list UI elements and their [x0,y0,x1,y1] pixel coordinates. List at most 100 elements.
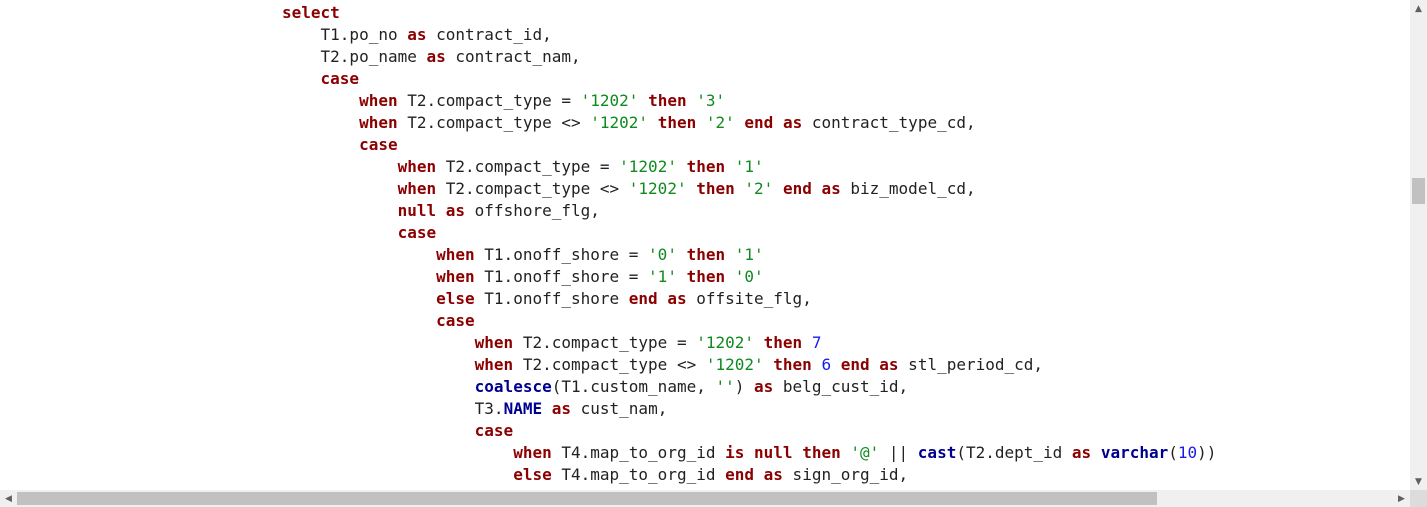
code-line: else T1.onoff_shore end as offsite_flg, [282,288,812,310]
code-token-num: 7 [811,333,822,352]
code-token-kw: when [359,113,398,132]
code-token-kw: as [445,201,466,220]
code-token-kw: case [436,311,475,330]
code-token-kw: when [513,443,552,462]
code-token-kw: end [744,113,774,132]
code-token-kw: end [782,179,812,198]
code-token-kw: case [474,421,514,440]
code-token-plain: stl_period_cd, [898,355,1044,374]
code-token-kw: as [407,25,427,44]
code-token-str: '1202' [619,157,677,176]
code-token-plain: biz_model_cd, [840,179,976,198]
code-token-plain: T2.compact_type = [513,333,697,352]
code-token-plain: T2.compact_type = [397,91,581,110]
code-token-num: 10 [1177,443,1198,462]
scroll-up-arrow-icon[interactable]: ▲ [1410,0,1427,17]
code-token-kw: as [754,377,774,396]
code-token-plain: T1.po_no [282,25,408,44]
code-token-kw: else [513,465,552,484]
code-token-kw: as [551,399,571,418]
code-token-kw: as [426,47,446,66]
horizontal-scroll-thumb[interactable] [17,492,1157,505]
code-line: when T2.compact_type = '1202' then 7 [282,332,822,354]
code-token-plain: contract_nam, [445,47,581,66]
code-token-str: '2' [744,179,774,198]
code-line: when T2.compact_type = '1202' then '3' [282,90,725,112]
code-token-fn: cast [917,443,957,462]
code-token-kw: then [802,443,841,462]
scroll-right-arrow-icon[interactable]: ▶ [1393,490,1410,507]
scrollbar-corner [1410,490,1427,507]
code-token-kw: end [725,465,755,484]
code-token-kw: null [397,201,437,220]
code-token-str: '0' [734,267,764,286]
code-token-plain: )) [1197,443,1217,462]
vertical-scroll-thumb[interactable] [1412,178,1425,204]
code-token-str: '3' [696,91,726,110]
code-token-plain: cust_nam, [571,399,668,418]
scroll-left-arrow-icon[interactable]: ◀ [0,490,17,507]
code-token-plain: T2.po_name [282,47,427,66]
code-token-kw: when [474,333,514,352]
code-token-plain: T2.compact_type <> [436,179,629,198]
code-token-kw: then [686,245,726,264]
code-token-str: '0' [648,245,677,264]
code-line: coalesce(T1.custom_name, '') as belg_cus… [282,376,908,398]
vertical-scrollbar[interactable]: ▲ ▼ [1410,0,1427,490]
code-line: when T1.onoff_shore = '1' then '0' [282,266,764,288]
code-token-kw: case [359,135,398,154]
code-token-kw: is null [725,443,793,462]
code-token-fn: varchar [1100,443,1169,462]
code-line: T3.NAME as cust_nam, [282,398,668,420]
code-token-str: '1202' [580,91,639,110]
code-token-plain: T4.map_to_org_id [551,443,726,462]
code-token-kw: when [436,245,475,264]
code-token-fn: NAME [503,399,543,418]
code-token-kw: then [773,355,812,374]
code-token-plain: T4.map_to_org_id [551,465,726,484]
code-line: null as offshore_flg, [282,200,600,222]
horizontal-scrollbar[interactable]: ◀ ▶ [0,490,1410,507]
code-token-plain: offsite_flg, [686,289,812,308]
code-token-plain: T2.compact_type <> [397,113,591,132]
code-token-plain: ) [734,377,755,396]
code-token-plain: T2.compact_type <> [513,355,706,374]
code-token-kw: as [667,289,687,308]
code-token-str: '@' [850,443,880,462]
code-editor[interactable]: select T1.po_no as contract_id, T2.po_na… [0,0,1410,490]
code-token-str: '1202' [628,179,687,198]
code-token-kw: as [763,465,783,484]
scroll-down-arrow-icon[interactable]: ▼ [1410,473,1427,490]
